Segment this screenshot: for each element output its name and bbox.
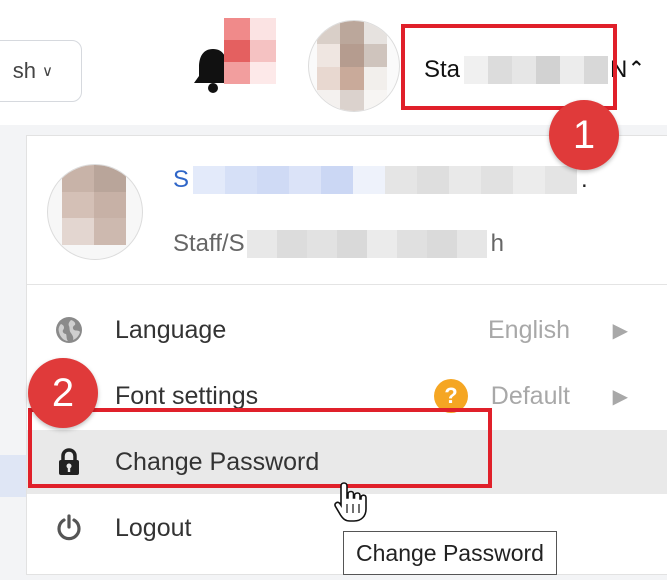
menu-divider [27, 284, 667, 285]
change-password-tooltip: Change Password [343, 531, 557, 575]
profile-avatar: ​ [47, 164, 143, 260]
avatar[interactable] [308, 20, 400, 112]
language-dropdown-label: sh [12, 58, 37, 83]
font-value: Default [490, 381, 570, 410]
caret-right-icon: ▶ [612, 385, 628, 408]
annotation-step-2: 2 [28, 358, 98, 428]
redacted-profile-name [193, 166, 578, 194]
redacted-profile-role [246, 230, 487, 258]
profile-role-start: Staff/S [173, 230, 245, 257]
menu-item-label: Language [115, 315, 227, 344]
notification-badge-redacted [224, 18, 276, 84]
profile-name: S . [173, 166, 588, 194]
caret-right-icon: ▶ [612, 319, 628, 342]
menu-item-label: Logout [115, 513, 192, 542]
language-dropdown[interactable]: sh ∨ [0, 40, 82, 102]
profile-role-end: h [490, 230, 504, 257]
chevron-down-icon: ∨ [42, 63, 53, 80]
profile-name-start: S [173, 166, 190, 193]
annotation-highlight-user-menu [401, 24, 617, 110]
globe-icon [55, 316, 83, 344]
hand-cursor-icon [332, 480, 368, 524]
background-selected-row [0, 455, 26, 497]
power-icon [55, 514, 83, 542]
profile-role: Staff/S h [173, 230, 504, 258]
language-value: English [488, 315, 570, 344]
menu-item-language[interactable]: Language English ▶ [27, 298, 667, 362]
menu-item-label: Font settings [115, 381, 259, 410]
annotation-step-1: 1 [549, 100, 619, 170]
annotation-highlight-change-password [28, 408, 492, 488]
profile-name-end: . [581, 166, 588, 193]
chevron-up-icon[interactable]: ⌃ [628, 56, 645, 81]
